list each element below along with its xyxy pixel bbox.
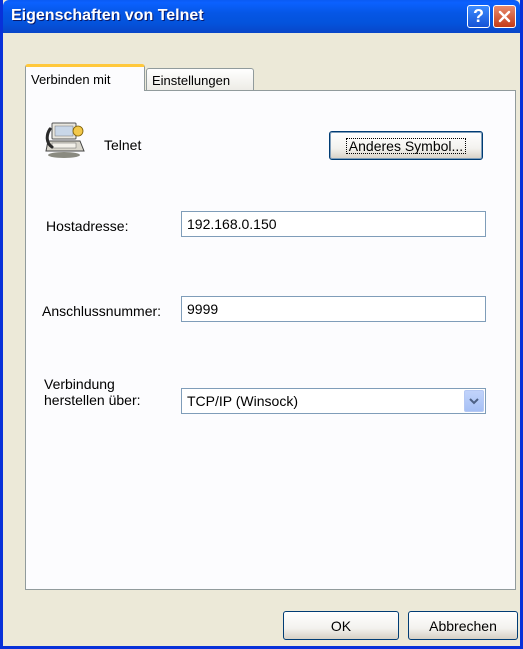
connection-name: Telnet (104, 137, 142, 153)
close-icon (498, 10, 511, 23)
tab-einstellungen[interactable]: Einstellungen (146, 68, 254, 91)
tab-label: Einstellungen (152, 72, 231, 88)
change-icon-button[interactable]: Anderes Symbol... (329, 131, 483, 160)
ok-button[interactable]: OK (283, 611, 399, 640)
tab-label: Verbinden mit (31, 71, 111, 87)
host-address-input[interactable]: 192.168.0.150 (181, 211, 486, 237)
dropdown-arrow-button[interactable] (464, 390, 484, 412)
properties-dialog: Eigenschaften von Telnet ? Verbinden mit… (0, 0, 523, 649)
title-bar[interactable]: Eigenschaften von Telnet ? (3, 0, 520, 33)
port-label: Anschlussnummer: (42, 303, 162, 319)
change-icon-button-label: Anderes Symbol... (343, 135, 469, 157)
tab-verbinden-mit[interactable]: Verbinden mit (25, 64, 145, 91)
close-button[interactable] (493, 5, 516, 28)
question-mark-icon: ? (473, 6, 484, 26)
port-number-input[interactable]: 9999 (181, 296, 486, 322)
connect-via-label-line1: Verbindung (44, 376, 115, 392)
telephone-computer-icon (45, 122, 85, 158)
ok-button-label: OK (330, 617, 352, 634)
chevron-down-icon (469, 397, 479, 404)
connect-via-select[interactable]: TCP/IP (Winsock) (181, 388, 486, 414)
cancel-button[interactable]: Abbrechen (408, 611, 518, 640)
port-number-value: 9999 (187, 301, 219, 317)
host-label: Hostadresse: (46, 218, 129, 234)
window-title: Eigenschaften von Telnet (11, 7, 204, 24)
tab-panel: Telnet Anderes Symbol... Hostadresse: 19… (25, 90, 516, 590)
help-button[interactable]: ? (467, 5, 490, 28)
connect-via-value: TCP/IP (Winsock) (187, 393, 298, 409)
host-address-value: 192.168.0.150 (187, 216, 277, 232)
cancel-button-label: Abbrechen (429, 617, 497, 634)
connect-via-label-line2: herstellen über: (44, 392, 141, 408)
